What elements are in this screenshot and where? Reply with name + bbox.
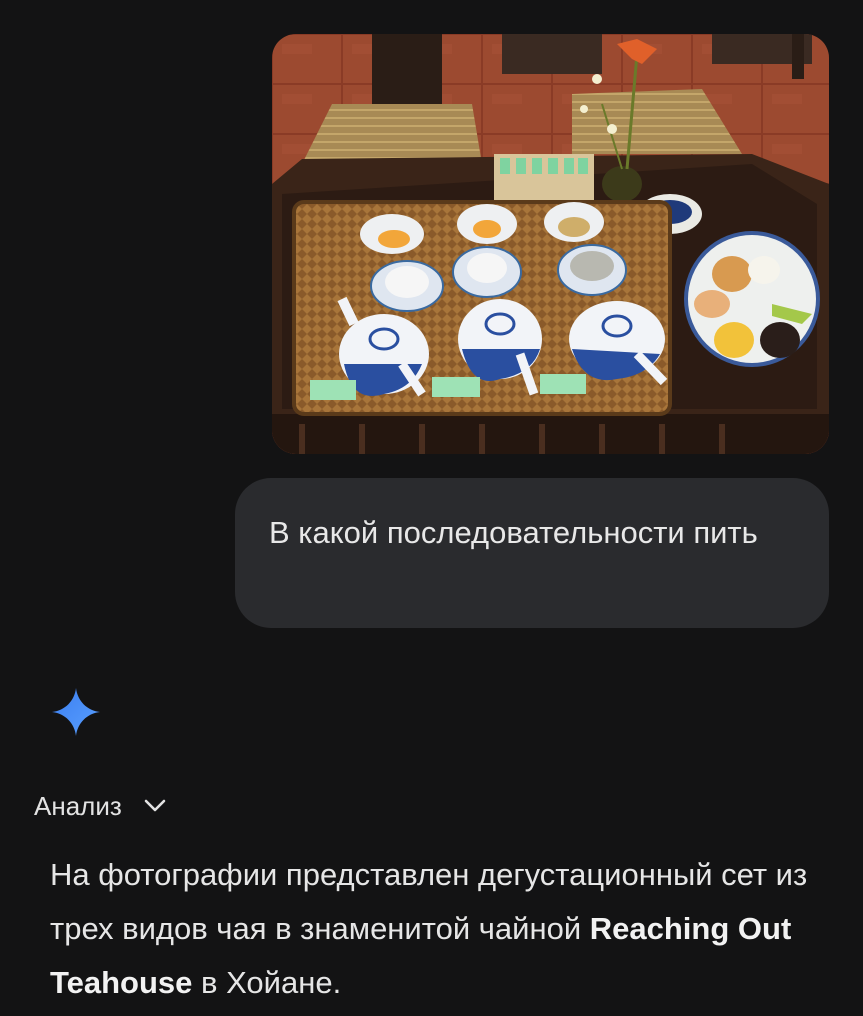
analysis-label: Анализ bbox=[34, 790, 122, 821]
user-message-bubble: В какой последовательности пить bbox=[235, 478, 829, 628]
gemini-sparkle-icon bbox=[52, 688, 100, 736]
user-message-text: В какой последовательности пить bbox=[269, 515, 758, 550]
response-text-part2: в Хойане. bbox=[192, 965, 342, 1000]
chevron-down-icon bbox=[144, 799, 166, 812]
chat-page: В какой последовательности пить Анализ Н… bbox=[0, 0, 863, 1016]
model-response-text: На фотографии представлен дегустационный… bbox=[50, 848, 840, 1010]
analysis-toggle-button[interactable]: Анализ bbox=[34, 786, 168, 826]
uploaded-image[interactable] bbox=[272, 34, 829, 454]
